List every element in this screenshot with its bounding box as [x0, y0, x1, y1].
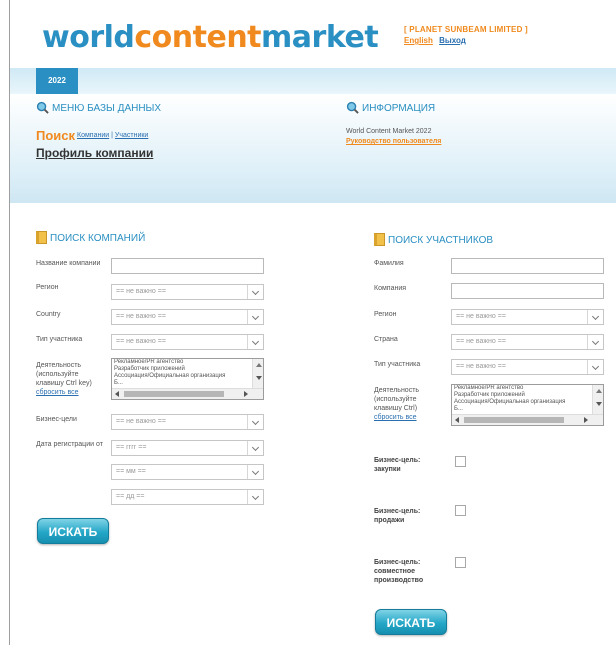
participant-country-select[interactable]: == не важно == — [451, 334, 604, 350]
chevron-down-icon — [247, 465, 263, 479]
goal-purchases-label: Бизнес-цель: закупки — [374, 457, 421, 473]
divider — [10, 202, 616, 203]
event-text: World Content Market 2022 — [346, 128, 432, 135]
arrow-right-icon[interactable] — [584, 417, 588, 423]
list-item[interactable]: Б... — [112, 380, 263, 387]
activity-listbox[interactable]: Рекламное/PR агентство Разработчик прило… — [111, 358, 264, 400]
participant-type-label: Тип участника — [374, 361, 421, 368]
companies-link[interactable]: Компании — [77, 132, 109, 139]
company-search-button[interactable]: ИСКАТЬ — [37, 518, 109, 544]
activity-label: Деятельность (используйте клавишу Ctrl) … — [374, 387, 420, 421]
surname-input[interactable] — [451, 258, 604, 274]
header: worldcontentmarket [ PLANET SUNBEAM LIMI… — [10, 0, 616, 68]
search-sublinks: Компании | Участники — [77, 132, 148, 139]
reg-year-select[interactable]: == гггг == — [111, 440, 264, 456]
business-goals-label: Бизнес-цели — [36, 416, 77, 423]
list-item[interactable]: Ассоциация/Официальная организация — [452, 399, 603, 406]
goal-sales-checkbox[interactable] — [455, 505, 466, 516]
business-goals-select[interactable]: == не важно == — [111, 414, 264, 430]
region-label: Регион — [374, 311, 397, 318]
magnifier-icon — [346, 101, 359, 114]
list-item[interactable]: Разработчик приложений — [452, 392, 603, 399]
list-item[interactable]: Разработчик приложений — [112, 366, 263, 373]
arrow-right-icon[interactable] — [244, 391, 248, 397]
arrow-down-icon[interactable] — [256, 376, 262, 380]
participants-link[interactable]: Участники — [115, 132, 148, 139]
participant-type-select[interactable]: == не важно == — [451, 359, 604, 375]
link-separator: | — [111, 132, 113, 139]
chevron-down-icon — [587, 360, 603, 374]
notebook-icon — [374, 233, 385, 246]
reg-month-select[interactable]: == мм == — [111, 464, 264, 480]
country-label: Country — [36, 311, 61, 318]
page: worldcontentmarket [ PLANET SUNBEAM LIMI… — [9, 0, 616, 645]
chevron-down-icon — [247, 441, 263, 455]
logout-link[interactable]: Выход — [439, 36, 466, 45]
company-search-title: ПОИСК КОМПАНИЙ — [36, 231, 145, 244]
list-item[interactable]: Рекламное/PR агентство — [112, 359, 263, 366]
arrow-down-icon[interactable] — [596, 402, 602, 406]
participant-type-label: Тип участника — [36, 336, 83, 343]
participant-region-select[interactable]: == не важно == — [451, 309, 604, 325]
reset-all-link[interactable]: сбросить все — [374, 414, 417, 421]
chevron-down-icon — [247, 285, 263, 299]
info-title: ИНФОРМАЦИЯ — [346, 101, 435, 114]
company-name: [ PLANET SUNBEAM LIMITED ] — [404, 25, 528, 34]
user-links: English Выход — [404, 36, 470, 45]
region-select[interactable]: == не важно == — [111, 284, 264, 300]
arrow-up-icon[interactable] — [256, 363, 262, 367]
participant-type-select[interactable]: == не важно == — [111, 334, 264, 350]
chevron-down-icon — [587, 335, 603, 349]
region-label: Регион — [36, 284, 59, 291]
user-guide-link[interactable]: Руководство пользователя — [346, 138, 441, 145]
country-select[interactable]: == не важно == — [111, 309, 264, 325]
site-logo[interactable]: worldcontentmarket — [42, 20, 379, 55]
surname-label: Фамилия — [374, 260, 404, 267]
scroll-thumb[interactable] — [124, 391, 224, 397]
chevron-down-icon — [247, 310, 263, 324]
country-label: Страна — [374, 336, 398, 343]
search-label: Поиск — [36, 128, 76, 143]
participant-activity-listbox[interactable]: Рекламное/PR агентство Разработчик прило… — [451, 384, 604, 426]
reset-all-link[interactable]: сбросить все — [36, 389, 79, 396]
chevron-down-icon — [247, 490, 263, 504]
nav-band — [10, 68, 616, 94]
company-name-input[interactable] — [111, 258, 264, 274]
goal-purchases-checkbox[interactable] — [455, 456, 466, 467]
chevron-down-icon — [587, 310, 603, 324]
goal-coproduction-label: Бизнес-цель: совместное производство — [374, 559, 424, 584]
vertical-scrollbar[interactable] — [592, 385, 603, 415]
participant-search-title: ПОИСК УЧАСТНИКОВ — [374, 233, 493, 246]
list-item[interactable]: Ассоциация/Официальная организация — [112, 373, 263, 380]
company-input[interactable] — [451, 283, 604, 299]
english-link[interactable]: English — [404, 36, 433, 45]
arrow-left-icon[interactable] — [115, 391, 119, 397]
activity-label: Деятельность (используйте клавишу Ctrl k… — [36, 362, 92, 396]
chevron-down-icon — [247, 335, 263, 349]
goal-coproduction-checkbox[interactable] — [455, 557, 466, 568]
scroll-thumb[interactable] — [464, 417, 564, 423]
company-name-label: Название компании — [36, 260, 101, 267]
notebook-icon — [36, 231, 47, 244]
list-item[interactable]: Б... — [452, 406, 603, 413]
reg-day-select[interactable]: == дд == — [111, 489, 264, 505]
tab-year[interactable]: 2022 — [36, 68, 78, 94]
reg-date-label: Дата регистрации от — [36, 441, 103, 448]
participant-search-button[interactable]: ИСКАТЬ — [375, 609, 447, 635]
horizontal-scrollbar[interactable] — [112, 388, 263, 399]
db-menu-title: МЕНЮ БАЗЫ ДАННЫХ — [36, 101, 161, 114]
horizontal-scrollbar[interactable] — [452, 414, 603, 425]
vertical-scrollbar[interactable] — [252, 359, 263, 389]
arrow-up-icon[interactable] — [596, 389, 602, 393]
company-label: Компания — [374, 285, 407, 292]
company-profile-link[interactable]: Профиль компании — [36, 146, 153, 160]
magnifier-icon — [36, 101, 49, 114]
arrow-left-icon[interactable] — [455, 417, 459, 423]
list-item[interactable]: Рекламное/PR агентство — [452, 385, 603, 392]
chevron-down-icon — [247, 415, 263, 429]
goal-sales-label: Бизнес-цель: продажи — [374, 508, 421, 524]
